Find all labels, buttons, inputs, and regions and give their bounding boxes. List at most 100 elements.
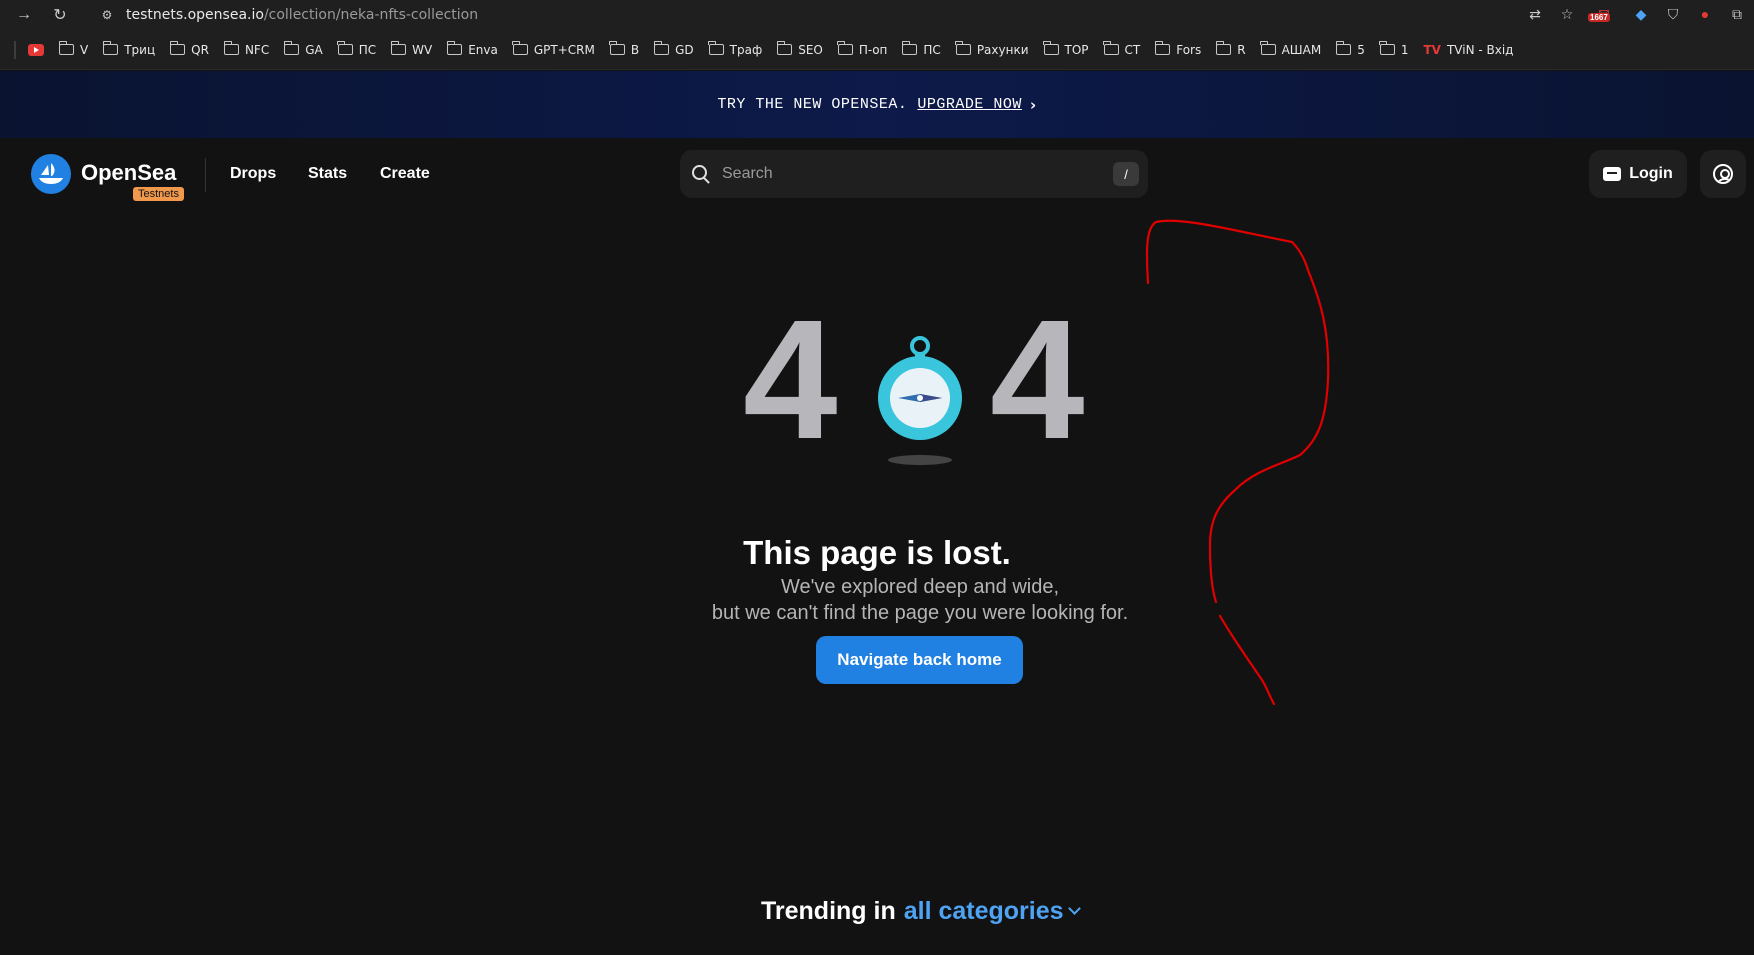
omnibox[interactable]: ⚙ testnets.opensea.io/collection/neka-nf… <box>88 2 1518 28</box>
bookmark-folder[interactable]: 1 <box>1379 41 1409 57</box>
bookmark-folder[interactable]: Триц <box>102 41 155 57</box>
bookmark-folder[interactable]: GPT+CRM <box>512 41 595 57</box>
search-shortcut-key: / <box>1113 162 1139 186</box>
folder-icon <box>1215 41 1232 55</box>
bookmark-folder[interactable]: ПС <box>337 41 377 57</box>
promo-text: TRY THE NEW OPENSEA. <box>717 96 908 113</box>
bookmark-label: ПС <box>358 42 377 57</box>
folder-icon <box>169 41 186 55</box>
folder-icon <box>1103 41 1119 55</box>
folder-icon <box>1379 41 1395 55</box>
bookmark-folder[interactable]: Enva <box>446 41 498 57</box>
bookmark-folder[interactable]: TOP <box>1043 41 1089 57</box>
folder-icon <box>1043 41 1059 55</box>
bookmark-youtube[interactable] <box>28 43 44 56</box>
forward-icon[interactable]: → <box>12 3 36 27</box>
bookmark-label: QR <box>191 42 209 57</box>
bookmark-folder[interactable]: NFC <box>223 41 270 57</box>
url-text[interactable]: testnets.opensea.io/collection/neka-nfts… <box>126 7 478 23</box>
error-digit-right: 4 <box>990 285 1085 475</box>
bookmark-label: V <box>80 42 89 57</box>
folder-icon <box>1335 41 1352 55</box>
url-host: testnets.opensea.io <box>126 7 264 23</box>
extensions-puzzle-icon[interactable]: ⧉ <box>1726 3 1748 25</box>
error-digit-left: 4 <box>743 285 838 475</box>
bookmark-label: АШАМ <box>1281 42 1322 57</box>
folder-icon <box>708 41 724 55</box>
url-path: /collection/neka-nfts-collection <box>263 7 479 23</box>
bookmark-folder[interactable]: V <box>58 41 89 57</box>
bookmark-label: SEO <box>798 42 823 57</box>
chevron-right-icon[interactable]: › <box>1030 96 1037 114</box>
bookmark-folder[interactable]: Fors <box>1154 41 1201 57</box>
reload-icon[interactable]: ↻ <box>48 3 72 27</box>
search-input[interactable] <box>722 165 1102 183</box>
extension-tag-icon[interactable]: ◆ <box>1630 3 1652 25</box>
bookmark-folder[interactable]: 5 <box>1335 41 1365 57</box>
upgrade-link[interactable]: UPGRADE NOW <box>917 96 1022 113</box>
folder-icon <box>776 41 793 55</box>
folder-icon <box>446 41 463 55</box>
bookmark-label: NFC <box>244 42 270 57</box>
category-dropdown[interactable]: all categories <box>904 897 1064 926</box>
navigate-home-button[interactable]: Navigate back home <box>816 636 1023 684</box>
profile-button[interactable] <box>1700 150 1746 198</box>
search-bar[interactable]: / <box>680 150 1148 198</box>
bookmark-label: TViN - Вхід <box>1446 42 1514 57</box>
extension-mail-icon[interactable]: ✉1667 <box>1588 3 1620 25</box>
bookmark-folder[interactable]: АШАМ <box>1260 41 1322 57</box>
folder-icon <box>337 41 353 55</box>
folder-icon <box>283 41 300 55</box>
extension-red-icon[interactable]: ● <box>1694 3 1716 25</box>
error-subtitle-line2: but we can't find the page you were look… <box>711 602 1129 624</box>
login-button[interactable]: Login <box>1589 150 1687 198</box>
user-icon <box>1713 164 1733 184</box>
translate-icon[interactable]: ⇄ <box>1524 3 1546 25</box>
bookmark-folder[interactable]: П-оп <box>837 41 887 57</box>
bookmark-folder[interactable]: GD <box>653 41 694 57</box>
nav-drops[interactable]: Drops <box>230 165 276 183</box>
bookmark-star-icon[interactable]: ☆ <box>1556 3 1578 25</box>
login-label: Login <box>1629 165 1673 182</box>
bookmark-folder[interactable]: WV <box>390 41 433 57</box>
bookmark-folder[interactable]: СТ <box>1103 41 1140 57</box>
opensea-boat-icon <box>39 163 63 184</box>
opensea-logo[interactable] <box>31 154 71 194</box>
bookmark-label: GD <box>675 42 694 57</box>
nav-stats[interactable]: Stats <box>308 165 347 183</box>
error-title: This page is lost. <box>743 534 1011 571</box>
bookmark-label: R <box>1237 42 1246 57</box>
bookmark-label: TOP <box>1064 42 1089 57</box>
bookmark-label: 1 <box>1400 42 1409 57</box>
folder-icon <box>512 41 528 55</box>
bookmark-tvin[interactable]: TV TViN - Вхід <box>1423 43 1513 57</box>
chevron-down-icon[interactable] <box>1067 902 1081 915</box>
site-info-icon[interactable]: ⚙ <box>96 4 118 26</box>
bookmark-label: Enva <box>468 42 498 57</box>
bookmark-folder[interactable]: Рахунки <box>955 41 1029 57</box>
folder-icon <box>102 41 119 55</box>
bookmark-label: GPT+CRM <box>533 42 595 57</box>
brand-name[interactable]: OpenSea <box>81 160 176 186</box>
bookmark-label: 5 <box>1357 42 1365 57</box>
bookmark-folder[interactable]: GA <box>283 41 323 57</box>
bookmark-folder[interactable]: R <box>1215 41 1246 57</box>
folder-icon <box>837 41 853 55</box>
bookmark-label: GA <box>305 42 323 57</box>
bookmark-label: Траф <box>729 42 763 57</box>
extension-shield-icon[interactable]: ⛉ <box>1662 3 1684 25</box>
bookmark-folder[interactable]: SEO <box>776 41 823 57</box>
bookmark-folder[interactable]: QR <box>169 41 209 57</box>
trending-heading: Trending in all categories <box>761 897 1081 926</box>
bookmark-folder[interactable]: B <box>609 41 639 57</box>
toolbar-right: ⇄ ☆ ✉1667 ◆ ⛉ ● ⧉ <box>1524 3 1748 25</box>
folder-icon <box>902 41 918 55</box>
folder-icon <box>955 41 971 55</box>
compass-icon <box>878 336 962 465</box>
bookmark-label: WV <box>412 42 433 57</box>
trending-prefix: Trending in <box>761 897 896 925</box>
site-header: OpenSea Testnets Drops Stats Create / Lo… <box>0 138 1754 210</box>
nav-create[interactable]: Create <box>380 165 430 183</box>
bookmark-folder[interactable]: ПС <box>902 41 941 57</box>
bookmark-folder[interactable]: Траф <box>708 41 763 57</box>
